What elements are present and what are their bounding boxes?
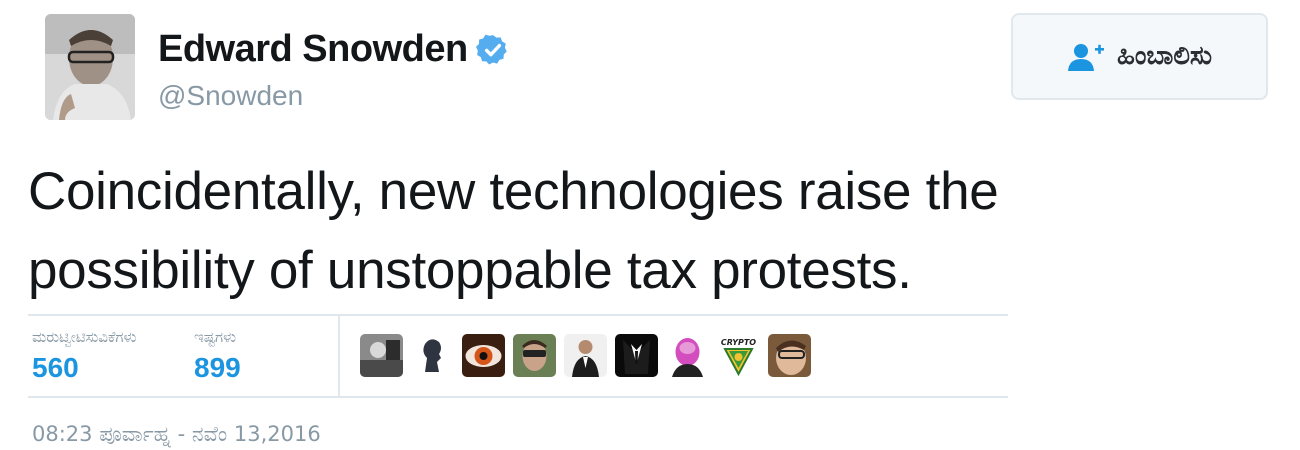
liker-avatar[interactable]: [462, 334, 505, 377]
user-avatar-icon: [513, 334, 556, 377]
likes-stat[interactable]: ಇಷ್ಟಗಳು 899: [194, 328, 241, 384]
crypto-logo-text: CRYPTO: [721, 338, 756, 347]
liker-avatar[interactable]: [768, 334, 811, 377]
liker-avatar[interactable]: [564, 334, 607, 377]
tweet-text: Coincidentally, new technologies raise t…: [28, 162, 999, 300]
author-photo: [45, 14, 135, 120]
user-avatar-icon: [411, 334, 454, 377]
author-avatar[interactable]: [45, 14, 135, 120]
user-avatar-icon: [666, 334, 709, 377]
follow-button-label: ಹಿಂಬಾಲಿಸು: [1117, 41, 1212, 71]
likers-list: CRYPTO: [360, 334, 811, 377]
add-user-icon: [1068, 43, 1105, 71]
likes-count: 899: [194, 352, 241, 383]
user-avatar-icon: [615, 334, 658, 377]
author-handle[interactable]: @Snowden: [158, 80, 303, 112]
liker-avatar[interactable]: [360, 334, 403, 377]
retweets-count: 560: [32, 352, 79, 383]
retweets-label: ಮರುಟ್ವೀಟಿಸುವಿಕೆಗಳು: [32, 328, 137, 346]
verified-badge-icon: [475, 34, 507, 64]
author-display-name[interactable]: Edward Snowden: [158, 28, 468, 71]
liker-avatar[interactable]: [615, 334, 658, 377]
user-avatar-icon: [462, 334, 505, 377]
stats-bottom-divider: [28, 396, 1008, 398]
user-avatar-icon: [564, 334, 607, 377]
crypto-logo-icon: CRYPTO: [717, 334, 760, 377]
author-name-row[interactable]: Edward Snowden: [158, 28, 510, 71]
tweet-timestamp[interactable]: 08:23 ಪೂರ್ವಾಹ್ನ - ನವೆಂ 13,2016: [32, 422, 321, 447]
stats-top-divider: [28, 314, 1008, 316]
liker-avatar[interactable]: [666, 334, 709, 377]
user-avatar-icon: [360, 334, 403, 377]
follow-button[interactable]: ಹಿಂಬಾಲಿಸು: [1011, 13, 1268, 100]
likes-label: ಇಷ್ಟಗಳು: [194, 328, 237, 346]
liker-avatar[interactable]: [513, 334, 556, 377]
stats-vertical-divider: [338, 316, 340, 396]
user-avatar-icon: [768, 334, 811, 377]
liker-avatar-crypto[interactable]: CRYPTO: [717, 334, 760, 377]
liker-avatar[interactable]: [411, 334, 454, 377]
retweets-stat[interactable]: ಮರುಟ್ವೀಟಿಸುವಿಕೆಗಳು 560: [32, 328, 136, 384]
